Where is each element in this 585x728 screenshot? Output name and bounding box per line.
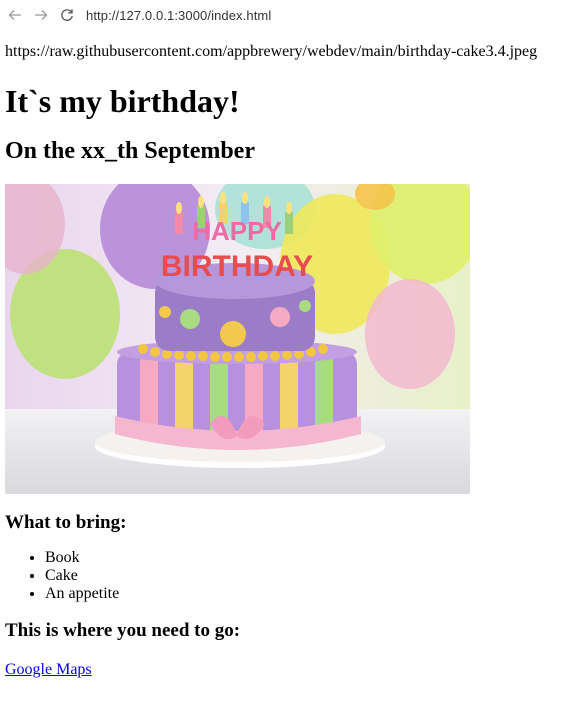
back-button[interactable] [4, 4, 26, 26]
reload-icon [61, 9, 73, 21]
image-url-text: https://raw.githubusercontent.com/appbre… [5, 43, 538, 60]
location-heading: This is where you need to go: [5, 620, 241, 641]
google-maps-link[interactable]: Google Maps [5, 661, 92, 678]
cake-topper-birthday: BIRTHDAY [161, 250, 313, 283]
forward-button[interactable] [30, 4, 52, 26]
list-item: Book [45, 549, 580, 567]
bring-heading: What to bring: [5, 512, 127, 533]
cake-topper-happy: HAPPY [192, 216, 282, 246]
list-item: An appetite [45, 585, 580, 603]
arrow-right-icon [35, 10, 48, 20]
browser-toolbar: http://127.0.0.1:3000/index.html [0, 0, 585, 30]
arrow-left-icon [8, 10, 21, 20]
page-content: https://raw.githubusercontent.com/appbre… [5, 36, 580, 680]
date-subheading: On the xx_th September [5, 138, 255, 164]
birthday-cake-image: HAPPY BIRTHDAY [5, 184, 470, 494]
list-item: Cake [45, 567, 580, 585]
page-title: It`s my birthday! [5, 83, 240, 119]
bring-list: Book Cake An appetite [5, 549, 580, 603]
reload-button[interactable] [56, 4, 78, 26]
address-bar[interactable]: http://127.0.0.1:3000/index.html [86, 8, 271, 23]
